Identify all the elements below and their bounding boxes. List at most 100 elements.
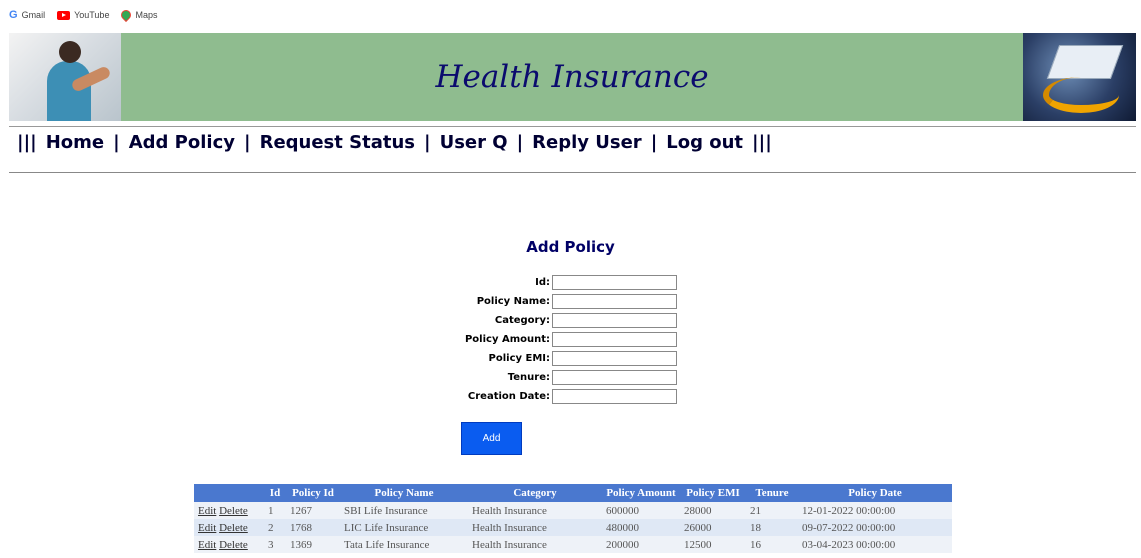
- nav-user-q[interactable]: User Q: [440, 132, 508, 153]
- cell-id: 1: [264, 502, 286, 519]
- field-label: Tenure:: [507, 372, 550, 383]
- nav-log-out[interactable]: Log out: [666, 132, 743, 153]
- delete-link[interactable]: Delete: [219, 522, 248, 534]
- field-label: Creation Date:: [467, 391, 550, 402]
- header-banner: Health Insurance: [9, 33, 1136, 121]
- cell-policy-emi: 26000: [680, 519, 746, 536]
- cell-policy-id: 1768: [286, 519, 340, 536]
- column-header-tenure: Tenure: [746, 484, 798, 502]
- cell-policy-emi: 12500: [680, 536, 746, 553]
- category-input[interactable]: [552, 313, 677, 328]
- nav-separator: |: [650, 131, 658, 153]
- field-label: Policy Amount:: [464, 334, 550, 345]
- table-header-row: Id Policy Id Policy Name Category Policy…: [194, 484, 952, 502]
- gmail-icon: G: [9, 9, 18, 21]
- edit-link[interactable]: Edit: [198, 505, 216, 517]
- cell-policy-date: 03-04-2023 00:00:00: [798, 536, 952, 553]
- policy-emi-input[interactable]: [552, 351, 677, 366]
- nav-reply-user[interactable]: Reply User: [532, 132, 642, 153]
- cell-category: Health Insurance: [468, 502, 602, 519]
- column-header-policy-amount: Policy Amount: [602, 484, 680, 502]
- cell-tenure: 18: [746, 519, 798, 536]
- field-label: Id:: [535, 277, 550, 288]
- field-row-creation-date: Creation Date:: [441, 387, 677, 406]
- cell-tenure: 21: [746, 502, 798, 519]
- field-row-category: Category:: [441, 311, 677, 330]
- divider-top: [9, 126, 1136, 127]
- row-actions: Edit Delete: [194, 536, 264, 553]
- field-row-id: Id:: [441, 273, 677, 292]
- field-label: Category:: [494, 315, 550, 326]
- column-header-actions: [194, 484, 264, 502]
- cell-policy-date: 09-07-2022 00:00:00: [798, 519, 952, 536]
- form-title: Add Policy: [526, 238, 615, 256]
- youtube-icon: [57, 10, 71, 20]
- table-row: Edit Delete 2 1768 LIC Life Insurance He…: [194, 519, 952, 536]
- column-header-policy-emi: Policy EMI: [680, 484, 746, 502]
- column-header-policy-id: Policy Id: [286, 484, 340, 502]
- nav-request-status[interactable]: Request Status: [260, 132, 415, 153]
- nav-add-policy[interactable]: Add Policy: [129, 132, 235, 153]
- nav-prefix: |||: [17, 131, 37, 153]
- table-row: Edit Delete 3 1369 Tata Life Insurance H…: [194, 536, 952, 553]
- banner-image-card: [1023, 33, 1136, 121]
- add-button[interactable]: Add: [461, 422, 522, 455]
- cell-policy-name: SBI Life Insurance: [340, 502, 468, 519]
- bookmark-label: Gmail: [21, 10, 46, 20]
- bookmark-label: YouTube: [74, 10, 110, 20]
- bookmark-maps[interactable]: Maps: [119, 7, 158, 23]
- tenure-input[interactable]: [552, 370, 677, 385]
- bookmark-label: Maps: [135, 10, 158, 20]
- divider-nav: [9, 172, 1136, 173]
- field-label: Policy Name:: [476, 296, 550, 307]
- bookmarks-bar: G Gmail YouTube Maps: [0, 0, 1141, 30]
- banner-title: Health Insurance: [435, 59, 709, 95]
- cell-policy-amount: 600000: [602, 502, 680, 519]
- row-actions: Edit Delete: [194, 519, 264, 536]
- cell-policy-amount: 480000: [602, 519, 680, 536]
- cell-policy-id: 1267: [286, 502, 340, 519]
- cell-id: 3: [264, 536, 286, 553]
- field-row-policy-emi: Policy EMI:: [441, 349, 677, 368]
- cell-policy-date: 12-01-2022 00:00:00: [798, 502, 952, 519]
- column-header-policy-date: Policy Date: [798, 484, 952, 502]
- row-actions: Edit Delete: [194, 502, 264, 519]
- delete-link[interactable]: Delete: [219, 539, 248, 551]
- nav-separator: |: [516, 131, 524, 153]
- bookmark-youtube[interactable]: YouTube: [57, 10, 109, 20]
- cell-policy-name: Tata Life Insurance: [340, 536, 468, 553]
- nav-separator: |: [113, 131, 120, 153]
- cell-category: Health Insurance: [468, 536, 602, 553]
- field-row-tenure: Tenure:: [441, 368, 677, 387]
- id-input[interactable]: [552, 275, 677, 290]
- policy-amount-input[interactable]: [552, 332, 677, 347]
- cell-policy-emi: 28000: [680, 502, 746, 519]
- nav-separator: |: [424, 131, 431, 153]
- policies-table: Id Policy Id Policy Name Category Policy…: [194, 484, 952, 553]
- field-label: Policy EMI:: [488, 353, 550, 364]
- edit-link[interactable]: Edit: [198, 522, 216, 534]
- cell-policy-id: 1369: [286, 536, 340, 553]
- banner-image-patient: [9, 33, 121, 121]
- column-header-id: Id: [264, 484, 286, 502]
- add-policy-form: Id: Policy Name: Category: Policy Amount…: [441, 273, 677, 406]
- cell-category: Health Insurance: [468, 519, 602, 536]
- cell-policy-name: LIC Life Insurance: [340, 519, 468, 536]
- delete-link[interactable]: Delete: [219, 505, 248, 517]
- cell-policy-amount: 200000: [602, 536, 680, 553]
- cell-id: 2: [264, 519, 286, 536]
- creation-date-input[interactable]: [552, 389, 677, 404]
- column-header-category: Category: [468, 484, 602, 502]
- nav-home[interactable]: Home: [46, 132, 104, 153]
- nav-suffix: |||: [752, 131, 772, 153]
- column-header-policy-name: Policy Name: [340, 484, 468, 502]
- policy-name-input[interactable]: [552, 294, 677, 309]
- maps-icon: [119, 7, 134, 23]
- cell-tenure: 16: [746, 536, 798, 553]
- edit-link[interactable]: Edit: [198, 539, 216, 551]
- table-row: Edit Delete 1 1267 SBI Life Insurance He…: [194, 502, 952, 519]
- bookmark-gmail[interactable]: G Gmail: [9, 9, 45, 21]
- field-row-policy-amount: Policy Amount:: [441, 330, 677, 349]
- field-row-policy-name: Policy Name:: [441, 292, 677, 311]
- nav-separator: |: [244, 131, 251, 153]
